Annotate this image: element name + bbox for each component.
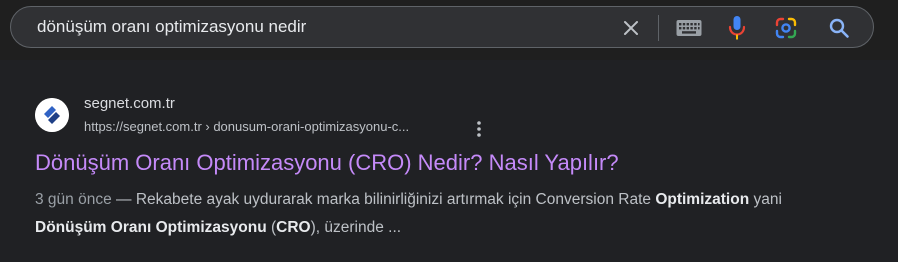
- snippet-text: ), üzerinde ...: [310, 219, 402, 236]
- search-box[interactable]: dönüşüm oranı optimizasyonu nedir: [10, 6, 874, 48]
- site-favicon-icon[interactable]: [35, 98, 69, 132]
- snippet-highlight: Optimization: [655, 191, 750, 208]
- search-input[interactable]: dönüşüm oranı optimizasyonu nedir: [37, 17, 306, 37]
- result-date: 3 gün önce: [35, 191, 112, 208]
- divider: [658, 15, 659, 41]
- snippet-text: Rekabete ayak uydurarak marka bilinirliğ…: [135, 191, 656, 208]
- more-vert-icon[interactable]: [473, 120, 485, 138]
- google-lens-icon[interactable]: [774, 16, 798, 40]
- result-url[interactable]: https://segnet.com.tr › donusum-orani-op…: [84, 119, 409, 134]
- result-title-link[interactable]: Dönüşüm Oranı Optimizasyonu (CRO) Nedir?…: [35, 150, 619, 176]
- close-icon[interactable]: [621, 18, 641, 38]
- search-header: dönüşüm oranı optimizasyonu nedir: [0, 0, 898, 60]
- snippet-highlight: Dönüşüm Oranı Optimizasyonu: [35, 219, 267, 236]
- result-snippet: 3 gün önce — Rekabete ayak uydurarak mar…: [35, 186, 795, 242]
- snippet-highlight: CRO: [276, 219, 311, 236]
- snippet-separator: —: [111, 191, 136, 208]
- search-icon[interactable]: [827, 16, 851, 40]
- snippet-text: (: [266, 219, 277, 236]
- snippet-text: yani: [749, 191, 782, 208]
- keyboard-icon[interactable]: [676, 19, 702, 37]
- microphone-icon[interactable]: [727, 15, 747, 41]
- site-name[interactable]: segnet.com.tr: [84, 95, 175, 112]
